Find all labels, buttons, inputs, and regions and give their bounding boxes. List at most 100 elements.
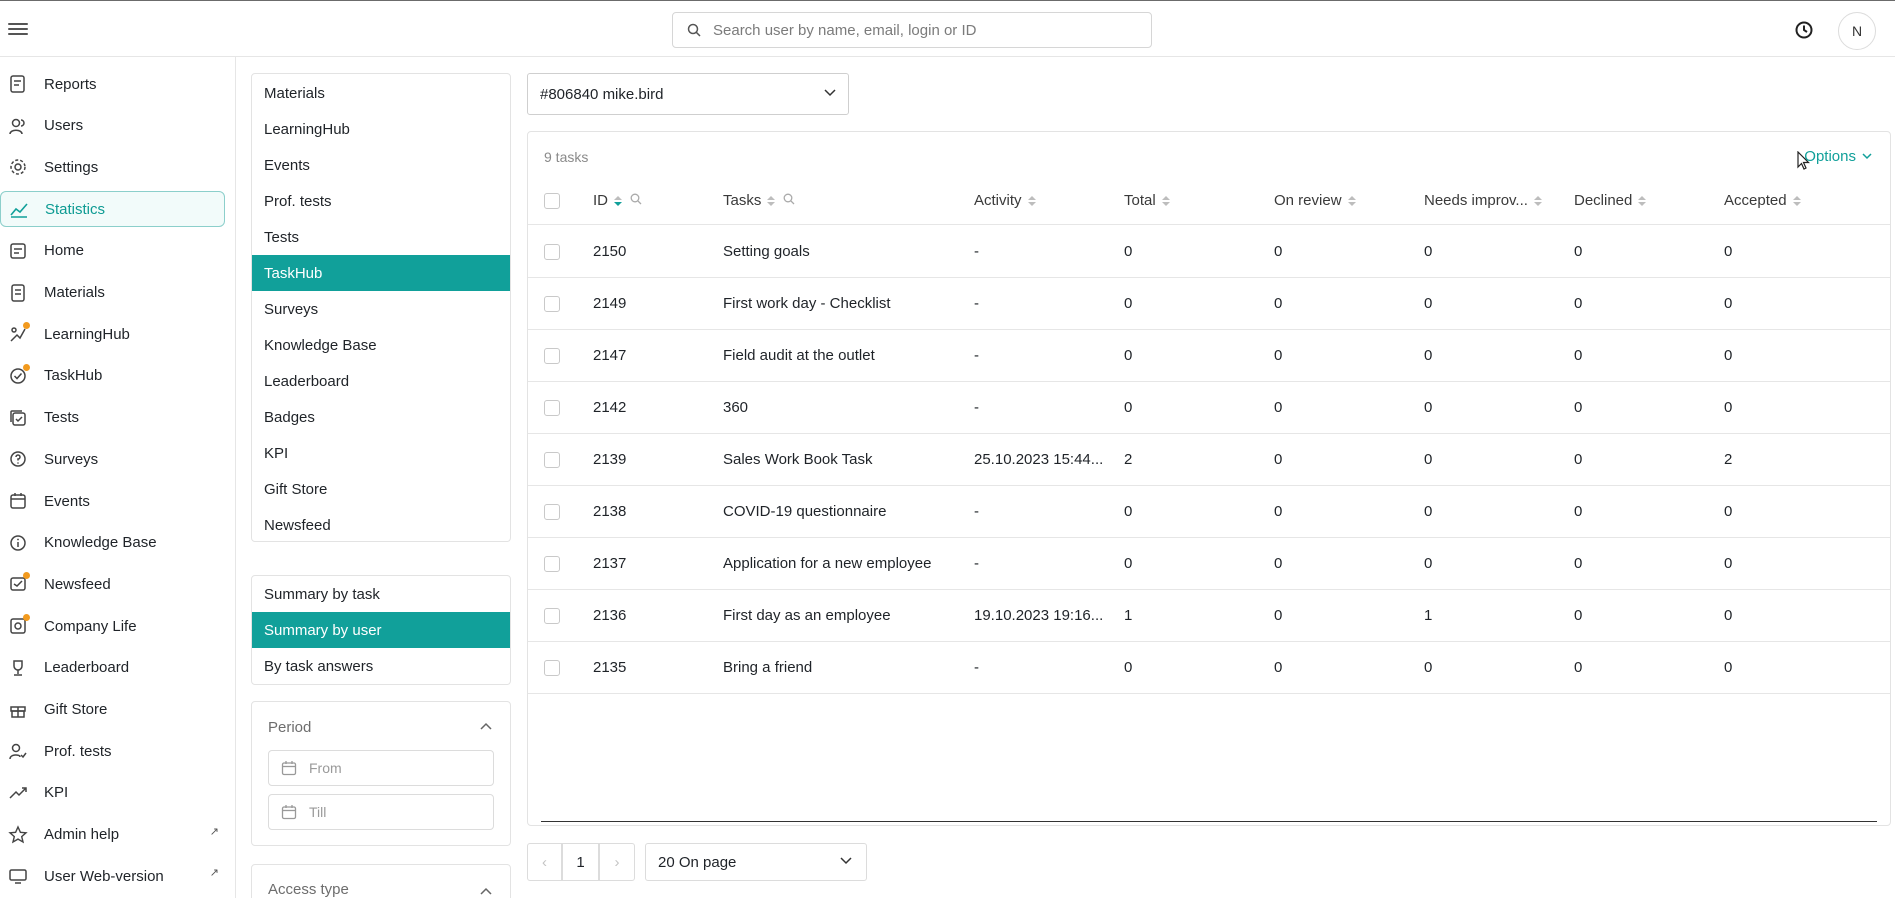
company-life-icon <box>8 614 30 636</box>
nav-item-knowledge-base[interactable]: Knowledge Base <box>0 525 225 561</box>
nav-item-settings[interactable]: Settings <box>0 149 225 185</box>
report-item-summary-by-task[interactable]: Summary by task <box>252 576 510 612</box>
column-header-on-review[interactable]: On review <box>1274 192 1356 209</box>
table-row[interactable]: 2137 Application for a new employee - 0 0 0 0 0 <box>528 538 1890 590</box>
table-row[interactable]: 2138 COVID-19 questionnaire - 0 0 0 0 0 <box>528 486 1890 538</box>
till-date-input[interactable]: Till <box>268 794 494 830</box>
nav-item-admin-help[interactable]: Admin help ↗ <box>0 817 225 853</box>
table-row[interactable]: 2150 Setting goals - 0 0 0 0 0 <box>528 226 1890 278</box>
user-search-input[interactable]: Search user by name, email, login or ID <box>672 12 1152 48</box>
from-date-input[interactable]: From <box>268 750 494 786</box>
options-dropdown[interactable]: Options <box>1804 148 1872 165</box>
row-checkbox[interactable] <box>544 556 560 572</box>
row-checkbox[interactable] <box>544 400 560 416</box>
nav-item-newsfeed[interactable]: Newsfeed <box>0 566 225 602</box>
prev-page-button[interactable]: ‹ <box>527 843 562 881</box>
nav-item-users[interactable]: Users <box>0 108 225 144</box>
sort-icon[interactable] <box>767 195 776 206</box>
section-item-badges[interactable]: Badges <box>252 399 510 435</box>
nav-item-home[interactable]: Home <box>0 233 225 269</box>
column-header-activity[interactable]: Activity <box>974 192 1036 209</box>
row-checkbox[interactable] <box>544 504 560 520</box>
nav-item-company-life[interactable]: Company Life <box>0 608 225 644</box>
sort-icon[interactable] <box>1638 195 1647 206</box>
table-row[interactable]: 2147 Field audit at the outlet - 0 0 0 0 0 <box>528 330 1890 382</box>
table-row[interactable]: 2135 Bring a friend - 0 0 0 0 0 <box>528 642 1890 694</box>
horizontal-scrollbar[interactable] <box>541 821 1877 822</box>
nav-item-statistics[interactable]: Statistics <box>0 191 225 228</box>
cell-accepted: 0 <box>1724 607 1733 624</box>
table-row[interactable]: 2149 First work day - Checklist - 0 0 0 0 0 <box>528 278 1890 330</box>
nav-item-surveys[interactable]: Surveys <box>0 441 225 477</box>
nav-item-taskhub[interactable]: TaskHub <box>0 358 225 394</box>
column-header-total[interactable]: Total <box>1124 192 1170 209</box>
table-row[interactable]: 2139 Sales Work Book Task 25.10.2023 15:44… <box>528 434 1890 486</box>
cell-total: 0 <box>1124 295 1133 312</box>
section-item-kpi[interactable]: KPI <box>252 435 510 471</box>
report-item-summary-by-user[interactable]: Summary by user <box>252 612 510 648</box>
sort-icon[interactable] <box>1533 195 1542 206</box>
column-header-declined[interactable]: Declined <box>1574 192 1647 209</box>
chevron-down-icon <box>824 89 836 97</box>
column-search-icon[interactable] <box>783 192 795 209</box>
column-header-accepted[interactable]: Accepted <box>1724 192 1801 209</box>
column-search-icon[interactable] <box>630 192 642 209</box>
table-row[interactable]: 2136 First day as an employee 19.10.2023 1… <box>528 590 1890 642</box>
cell-on-review: 0 <box>1274 243 1283 260</box>
section-item-knowledge-base[interactable]: Knowledge Base <box>252 327 510 363</box>
sort-icon[interactable] <box>614 195 622 206</box>
nav-item-materials[interactable]: Materials <box>0 275 225 311</box>
nav-item-kpi[interactable]: KPI <box>0 775 225 811</box>
column-header-tasks[interactable]: Tasks <box>723 192 795 209</box>
nav-item-learninghub[interactable]: LearningHub <box>0 316 225 352</box>
section-item-gift-store[interactable]: Gift Store <box>252 471 510 507</box>
nav-item-events[interactable]: Events <box>0 483 225 519</box>
chevron-up-icon[interactable] <box>480 887 492 895</box>
section-item-prof-tests[interactable]: Prof. tests <box>252 183 510 219</box>
nav-item-user-web-version[interactable]: User Web-version ↗ <box>0 858 225 894</box>
section-item-taskhub[interactable]: TaskHub <box>252 255 510 291</box>
column-header-id[interactable]: ID <box>593 192 642 209</box>
per-page-select[interactable]: 20 On page <box>645 843 867 881</box>
row-checkbox[interactable] <box>544 452 560 468</box>
column-header-needs-improvement[interactable]: Needs improv... <box>1424 192 1542 209</box>
next-page-button[interactable]: › <box>599 843 635 881</box>
section-item-newsfeed[interactable]: Newsfeed <box>252 507 510 543</box>
row-checkbox[interactable] <box>544 244 560 260</box>
report-item-by-task-answers[interactable]: By task answers <box>252 648 510 684</box>
row-checkbox[interactable] <box>544 296 560 312</box>
history-icon[interactable] <box>1789 15 1819 45</box>
row-checkbox[interactable] <box>544 348 560 364</box>
user-select[interactable]: #806840 mike.bird <box>527 73 849 115</box>
search-placeholder: Search user by name, email, login or ID <box>713 21 977 39</box>
sort-icon[interactable] <box>1161 195 1170 206</box>
sort-icon[interactable] <box>1347 195 1356 206</box>
page-number-button[interactable]: 1 <box>562 843 599 881</box>
cell-tasks: Sales Work Book Task <box>723 451 873 468</box>
cell-id: 2149 <box>593 295 627 312</box>
sort-icon[interactable] <box>1792 195 1801 206</box>
nav-item-gift-store[interactable]: Gift Store <box>0 692 225 728</box>
row-checkbox[interactable] <box>544 660 560 676</box>
nav-item-reports[interactable]: Reports <box>0 66 225 102</box>
table-row[interactable]: 2142 360 - 0 0 0 0 0 <box>528 382 1890 434</box>
chevron-up-icon[interactable] <box>480 722 492 730</box>
section-item-tests[interactable]: Tests <box>252 219 510 255</box>
section-item-learninghub[interactable]: LearningHub <box>252 111 510 147</box>
cell-needs-improvement: 1 <box>1424 607 1433 624</box>
row-checkbox[interactable] <box>544 608 560 624</box>
section-item-leaderboard[interactable]: Leaderboard <box>252 363 510 399</box>
section-item-surveys[interactable]: Surveys <box>252 291 510 327</box>
sort-icon[interactable] <box>1027 195 1036 206</box>
notification-dot <box>23 363 30 371</box>
calendar-icon <box>281 805 297 820</box>
menu-icon[interactable] <box>8 20 28 38</box>
nav-item-tests[interactable]: Tests <box>0 400 225 436</box>
nav-item-leaderboard[interactable]: Leaderboard <box>0 650 225 686</box>
select-all-checkbox[interactable] <box>544 193 560 209</box>
section-item-materials[interactable]: Materials <box>252 75 510 111</box>
section-item-events[interactable]: Events <box>252 147 510 183</box>
avatar[interactable]: N <box>1838 12 1876 50</box>
cell-needs-improvement: 0 <box>1424 555 1433 572</box>
nav-item-prof-tests[interactable]: Prof. tests <box>0 733 225 769</box>
